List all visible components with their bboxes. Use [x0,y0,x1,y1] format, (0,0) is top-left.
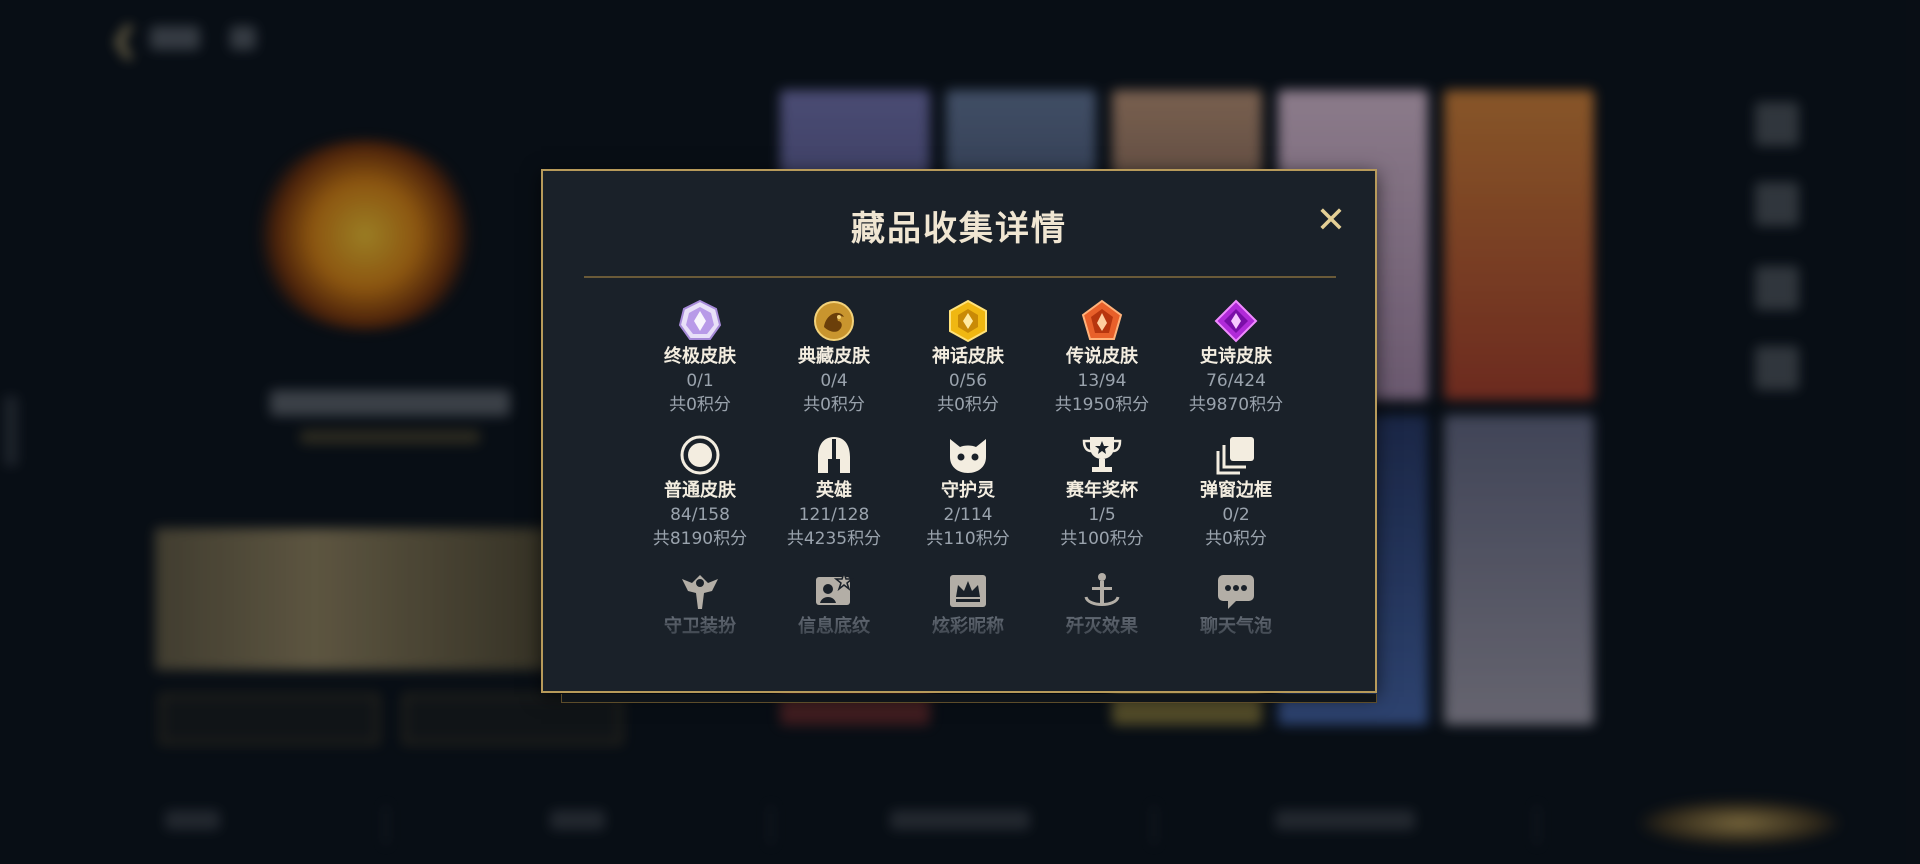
item-name: 史诗皮肤 [1200,346,1272,367]
chat-bubble-icon [1218,575,1254,609]
collection-item[interactable]: 炫彩昵称 [901,569,1035,639]
trophy-icon [1082,437,1122,472]
item-points: 共0积分 [803,395,865,415]
item-name: 守护灵 [941,480,995,501]
normal-skin-icon [680,435,720,475]
collection-item[interactable]: 典藏皮肤 0/4 共0积分 [767,299,901,417]
item-count: 13/94 [1077,371,1127,391]
item-count: 121/128 [798,505,870,525]
collection-item[interactable]: 传说皮肤 13/94 共1950积分 [1035,299,1169,417]
item-points: 共8190积分 [652,529,748,549]
item-name: 歼灭效果 [1066,616,1138,637]
collection-item[interactable]: 聊天气泡 [1169,569,1303,639]
item-count: 0/56 [948,371,988,391]
item-points: 共110积分 [926,529,1010,549]
item-name: 赛年奖杯 [1066,480,1138,501]
dialog-title: 藏品收集详情 [851,209,1067,249]
item-name: 英雄 [816,480,852,501]
item-name: 弹窗边框 [1200,480,1272,501]
item-points: 共4235积分 [786,529,882,549]
info-pattern-icon [816,570,855,605]
collection-item[interactable]: 信息底纹 [767,569,901,639]
item-name: 信息底纹 [798,616,870,637]
item-name: 炫彩昵称 [932,616,1004,637]
item-count: 2/114 [943,505,993,525]
collection-item[interactable]: 守护灵 2/114 共110积分 [901,433,1035,551]
legend-skin-icon [1081,299,1123,340]
collection-item[interactable]: 神话皮肤 0/56 共0积分 [901,299,1035,417]
myth-skin-icon [949,299,987,343]
collection-item[interactable]: 英雄 121/128 共4235积分 [767,433,901,551]
item-count: 0/1 [686,371,714,391]
item-name: 典藏皮肤 [798,346,870,367]
item-count: 1/5 [1088,505,1116,525]
item-points: 共100积分 [1060,529,1144,549]
epic-skin-icon [1214,299,1258,343]
item-points: 共0积分 [669,395,731,415]
item-count: 0/4 [820,371,848,391]
item-points: 共0积分 [1205,529,1267,549]
collection-item[interactable]: 终极皮肤 0/1 共0积分 [633,299,767,417]
item-name: 终极皮肤 [664,346,736,367]
item-name: 聊天气泡 [1200,616,1272,637]
item-name: 普通皮肤 [664,480,736,501]
item-points: 共1950积分 [1054,395,1150,415]
item-name: 神话皮肤 [932,346,1004,367]
helmet-icon [818,437,850,473]
colorful-nickname-icon [950,575,986,607]
guard-outfit-icon [682,575,718,609]
item-name: 传说皮肤 [1066,346,1138,367]
collection-item[interactable]: 普通皮肤 84/158 共8190积分 [633,433,767,551]
collection-item[interactable]: 赛年奖杯 1/5 共100积分 [1035,433,1169,551]
annihilation-effect-icon [1084,573,1120,606]
item-count: 76/424 [1206,371,1266,391]
collection-item[interactable]: 史诗皮肤 76/424 共9870积分 [1169,299,1303,417]
collection-item[interactable]: 歼灭效果 [1035,569,1169,639]
collection-details-dialog: 藏品收集详情 ✕ 终极皮肤 0/1 共0积分 典藏皮肤 0/4 共0积分 神话皮… [541,169,1377,703]
collection-item[interactable]: 守卫装扮 [633,569,767,639]
item-count: 84/158 [670,505,730,525]
ultimate-skin-icon [678,299,722,340]
close-icon[interactable]: ✕ [1311,201,1351,241]
item-name: 守卫装扮 [664,616,736,637]
frames-icon [1216,437,1254,475]
collection-item[interactable]: 弹窗边框 0/2 共0积分 [1169,433,1303,551]
title-divider [584,276,1336,278]
item-points: 共0积分 [937,395,999,415]
item-count: 0/2 [1222,505,1250,525]
spirit-icon [950,439,986,473]
item-points: 共9870积分 [1188,395,1284,415]
collection-skin-icon [814,301,854,341]
